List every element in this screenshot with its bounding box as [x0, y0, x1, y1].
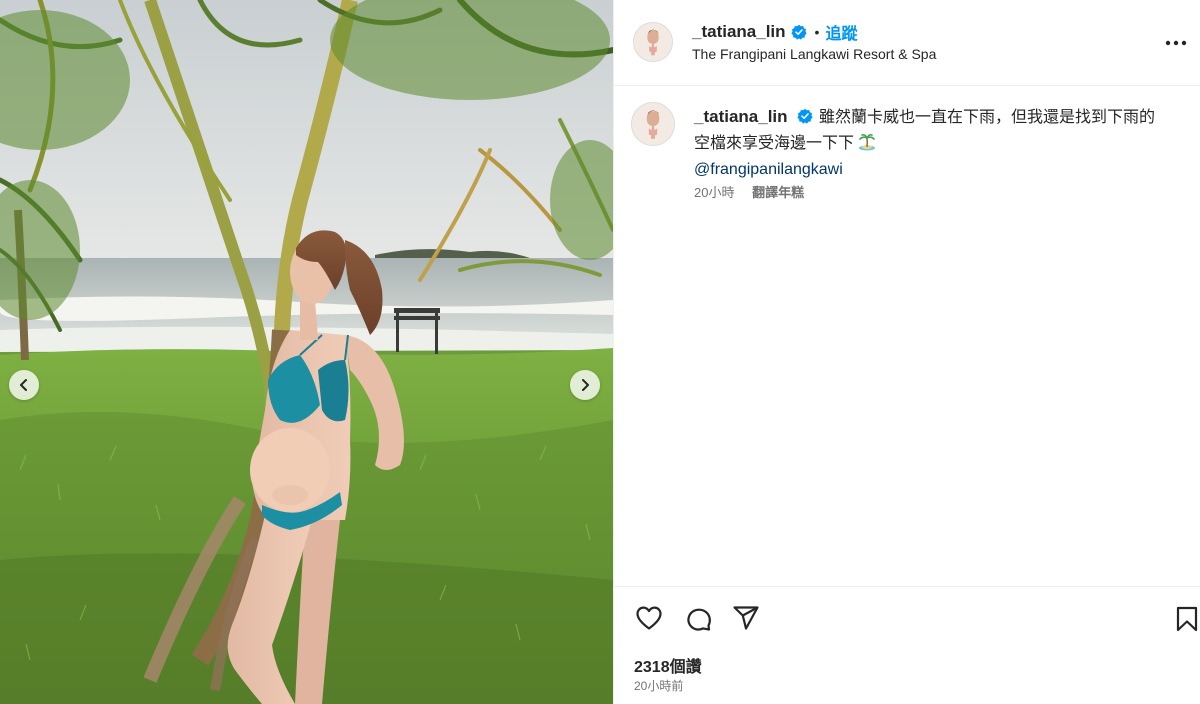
separator-dot: •: [814, 24, 820, 40]
avatar[interactable]: [633, 22, 673, 62]
share-button[interactable]: [731, 603, 761, 633]
translate-button[interactable]: 翻譯年糕: [752, 185, 804, 200]
bookmark-icon: [1176, 606, 1198, 632]
post-header: _tatiana_lin • 追蹤 The Frangipani Langkaw…: [614, 0, 1200, 86]
caption-age: 20小時: [694, 185, 735, 200]
post-actions: 2318個讚 20小時前: [614, 586, 1200, 704]
verified-badge-icon: [797, 108, 813, 124]
post-detail-panel: _tatiana_lin • 追蹤 The Frangipani Langkaw…: [613, 0, 1200, 704]
caption-body-line2: 空檔來享受海邊一下下: [694, 135, 855, 152]
save-button[interactable]: [1172, 604, 1200, 634]
comment-icon: [687, 608, 711, 631]
profile-photo: [634, 23, 672, 61]
location-link[interactable]: The Frangipani Langkawi Resort & Spa: [692, 46, 936, 62]
carousel-prev-button[interactable]: [9, 370, 39, 400]
comment-button[interactable]: [683, 603, 713, 633]
post-photo[interactable]: [0, 0, 613, 704]
beach-photo: [0, 0, 613, 704]
carousel-next-button[interactable]: [570, 370, 600, 400]
caption-avatar[interactable]: [631, 102, 675, 146]
likes-count[interactable]: 2318個讚: [634, 653, 702, 677]
caption-meta: 20小時 翻譯年糕: [694, 182, 804, 201]
chevron-left-icon: [20, 379, 27, 391]
post-timestamp[interactable]: 20小時前: [634, 677, 683, 694]
verified-badge-icon: [790, 24, 807, 40]
header-title-row: _tatiana_lin • 追蹤: [692, 20, 857, 44]
mention-link[interactable]: @frangipanilangkawi: [694, 157, 843, 183]
paper-plane-icon: [733, 606, 759, 630]
desert-island-icon: [858, 133, 876, 151]
more-options-icon: [1165, 40, 1187, 46]
caption-username[interactable]: _tatiana_lin: [694, 107, 788, 126]
profile-photo: [632, 103, 674, 145]
heart-icon: [636, 606, 662, 630]
more-options-button[interactable]: [1165, 33, 1187, 53]
like-button[interactable]: [634, 603, 664, 633]
chevron-right-icon: [582, 379, 589, 391]
caption-text: _tatiana_lin 雖然蘭卡威也一直在下雨，但我還是找到下雨的 空檔來享受…: [694, 104, 1184, 183]
caption-body-line1: 雖然蘭卡威也一直在下雨，但我還是找到下雨的: [819, 109, 1156, 126]
follow-button[interactable]: 追蹤: [825, 20, 857, 44]
author-username[interactable]: _tatiana_lin: [692, 22, 786, 42]
caption-section: _tatiana_lin 雖然蘭卡威也一直在下雨，但我還是找到下雨的 空檔來享受…: [614, 86, 1200, 586]
